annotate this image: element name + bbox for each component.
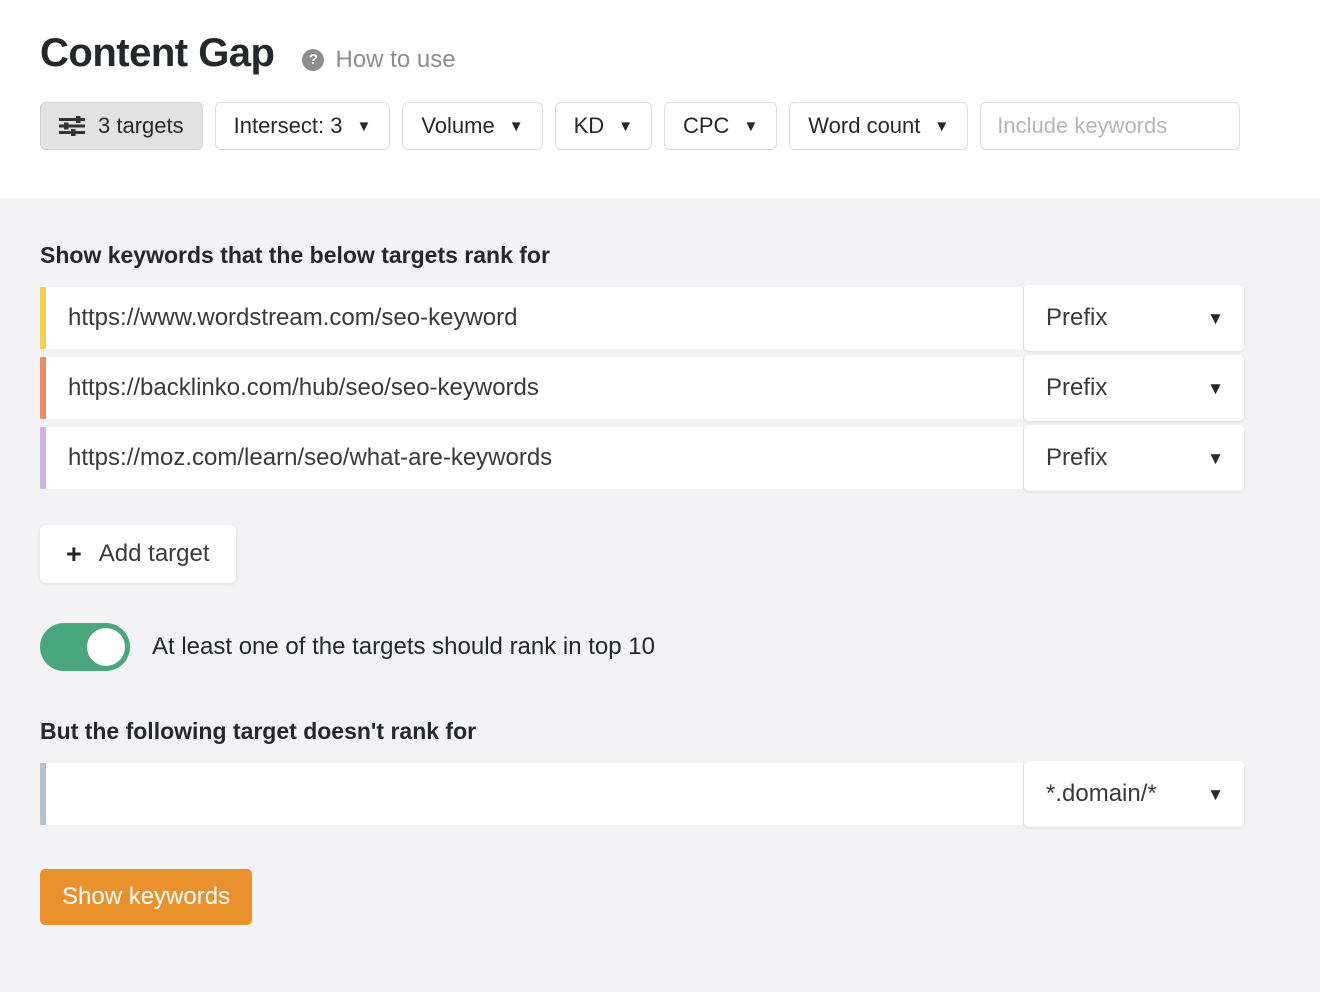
filter-word-count-label: Word count xyxy=(808,113,920,139)
table-row: Prefix ▼ xyxy=(40,357,1244,419)
match-mode-label: Prefix xyxy=(1046,304,1107,332)
how-to-use-link[interactable]: ? How to use xyxy=(302,46,455,74)
filter-kd-label: KD xyxy=(574,113,605,139)
filter-cpc-label: CPC xyxy=(683,113,729,139)
target-url-input-2[interactable] xyxy=(46,357,1023,419)
exclude-heading: But the following target doesn't rank fo… xyxy=(40,718,1280,745)
target-url-input-1[interactable] xyxy=(46,287,1023,349)
match-mode-label: Prefix xyxy=(1046,444,1107,472)
targets-heading: Show keywords that the below targets ran… xyxy=(40,242,1280,269)
show-keywords-button[interactable]: Show keywords xyxy=(40,869,252,925)
filter-volume-label: Volume xyxy=(421,113,494,139)
add-target-label: Add target xyxy=(99,540,210,568)
add-target-button[interactable]: + Add target xyxy=(40,525,236,583)
question-mark-circle-icon: ? xyxy=(302,49,324,71)
filter-volume[interactable]: Volume ▼ xyxy=(402,102,542,150)
how-to-use-label: How to use xyxy=(335,46,455,74)
exclude-match-mode-select[interactable]: *.domain/* ▼ xyxy=(1024,761,1244,827)
top10-toggle-row: At least one of the targets should rank … xyxy=(40,623,1280,671)
filter-intersect[interactable]: Intersect: 3 ▼ xyxy=(215,102,391,150)
chevron-down-icon: ▼ xyxy=(618,119,633,134)
exclude-target-row: *.domain/* ▼ xyxy=(40,763,1244,825)
match-mode-select-1[interactable]: Prefix ▼ xyxy=(1024,285,1244,351)
main-panel: Show keywords that the below targets ran… xyxy=(0,198,1320,925)
chevron-down-icon: ▼ xyxy=(1207,380,1224,397)
filter-cpc[interactable]: CPC ▼ xyxy=(664,102,777,150)
filter-intersect-label: Intersect: 3 xyxy=(234,113,343,139)
exclude-url-input[interactable] xyxy=(46,763,1023,825)
match-mode-label: Prefix xyxy=(1046,374,1107,402)
match-mode-label: *.domain/* xyxy=(1046,780,1157,808)
table-row: Prefix ▼ xyxy=(40,427,1244,489)
filter-kd[interactable]: KD ▼ xyxy=(555,102,652,150)
page-header: Content Gap ? How to use 3 targets Inter… xyxy=(0,0,1320,198)
page-title: Content Gap xyxy=(40,30,274,76)
chevron-down-icon: ▼ xyxy=(1207,310,1224,327)
target-url-input-3[interactable] xyxy=(46,427,1023,489)
filter-word-count[interactable]: Word count ▼ xyxy=(789,102,968,150)
plus-icon: + xyxy=(66,541,82,568)
chevron-down-icon: ▼ xyxy=(1207,786,1224,803)
table-row: Prefix ▼ xyxy=(40,287,1244,349)
sliders-icon xyxy=(59,116,85,136)
targets-button-label: 3 targets xyxy=(98,113,184,139)
match-mode-select-2[interactable]: Prefix ▼ xyxy=(1024,355,1244,421)
toggle-knob xyxy=(87,628,125,666)
top10-toggle[interactable] xyxy=(40,623,130,671)
match-mode-select-3[interactable]: Prefix ▼ xyxy=(1024,425,1244,491)
chevron-down-icon: ▼ xyxy=(356,119,371,134)
chevron-down-icon: ▼ xyxy=(743,119,758,134)
chevron-down-icon: ▼ xyxy=(1207,450,1224,467)
chevron-down-icon: ▼ xyxy=(934,119,949,134)
top10-toggle-label: At least one of the targets should rank … xyxy=(152,633,655,661)
title-row: Content Gap ? How to use xyxy=(0,0,1320,76)
chevron-down-icon: ▼ xyxy=(509,119,524,134)
targets-button[interactable]: 3 targets xyxy=(40,102,203,150)
include-keywords-input[interactable] xyxy=(980,102,1240,150)
filter-toolbar: 3 targets Intersect: 3 ▼ Volume ▼ KD ▼ C… xyxy=(0,102,1320,150)
